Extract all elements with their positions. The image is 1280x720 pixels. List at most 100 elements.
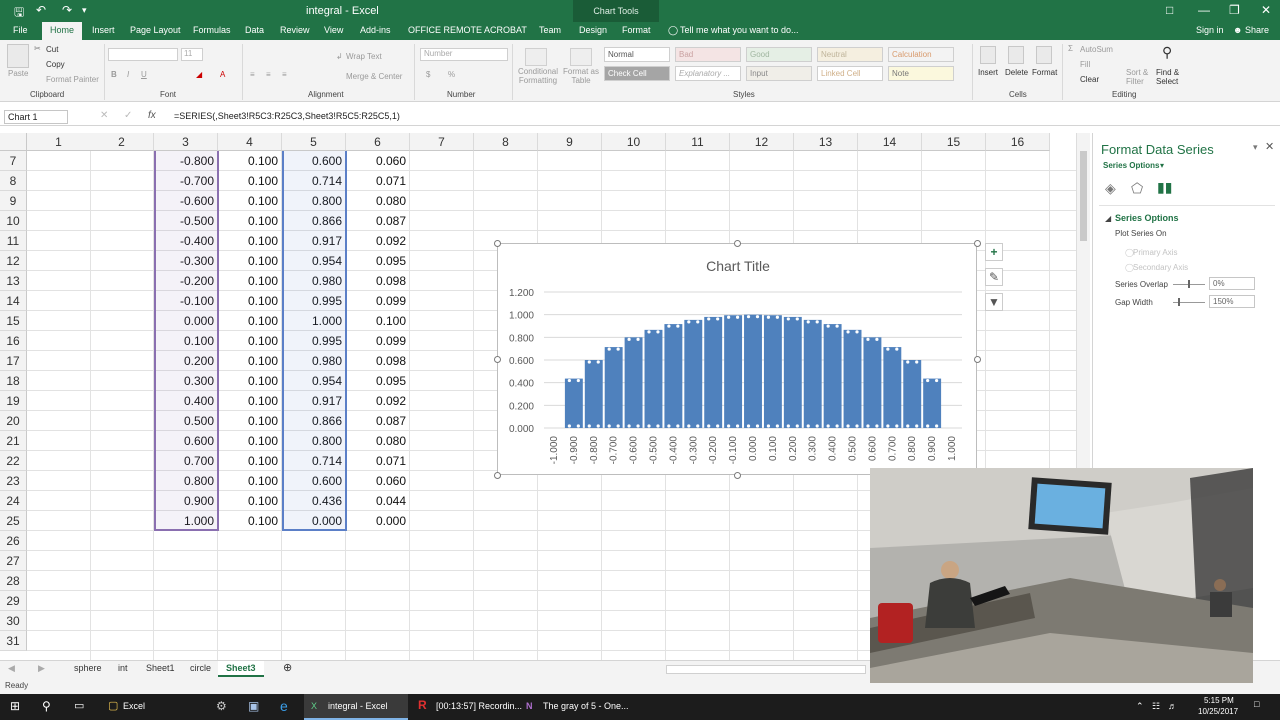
style-good[interactable]: Good	[746, 47, 812, 62]
cell-c6[interactable]: 0.080	[346, 431, 406, 451]
new-sheet-icon[interactable]: ⊕	[283, 661, 292, 674]
tab-design[interactable]: Design	[579, 25, 607, 35]
column-header[interactable]: 5	[282, 133, 346, 151]
paste-button[interactable]: Paste	[8, 69, 28, 78]
conditional-formatting-button[interactable]: Conditional Formatting	[516, 67, 560, 85]
primary-axis-radio[interactable]: Primary Axis	[1133, 248, 1177, 257]
taskbar-item-onenote[interactable]: The gray of 5 - One...	[543, 701, 629, 711]
clock-date[interactable]: 10/25/2017	[1198, 707, 1238, 716]
cell-c6[interactable]: 0.071	[346, 171, 406, 191]
row-header[interactable]: 15	[0, 311, 27, 331]
cell-c6[interactable]: 0.060	[346, 151, 406, 171]
cell-c4[interactable]: 0.100	[218, 371, 278, 391]
cell-c4[interactable]: 0.100	[218, 331, 278, 351]
chart-bar[interactable]	[923, 378, 942, 428]
tab-acrobat[interactable]: ACROBAT	[484, 25, 527, 35]
cell-c6[interactable]: 0.099	[346, 291, 406, 311]
cell-c6[interactable]: 0.099	[346, 331, 406, 351]
row-header[interactable]: 7	[0, 151, 27, 171]
font-size-select[interactable]: 11	[181, 48, 203, 61]
style-bad[interactable]: Bad	[675, 47, 741, 62]
column-header[interactable]: 11	[666, 133, 730, 151]
sign-in-link[interactable]: Sign in	[1196, 25, 1224, 35]
chart-object[interactable]: Chart Title 0.000 0.200 0.400 0.600 0.800 1.0…	[494, 240, 981, 479]
cell-c6[interactable]: 0.044	[346, 491, 406, 511]
row-header[interactable]: 26	[0, 531, 27, 551]
chart-bar[interactable]	[624, 337, 643, 428]
fill-color-icon[interactable]: ◢	[196, 70, 202, 79]
chart-bar[interactable]	[903, 360, 922, 428]
style-linked-cell[interactable]: Linked Cell	[817, 66, 883, 81]
column-header[interactable]: 6	[346, 133, 410, 151]
align-center-icon[interactable]: ≡	[266, 70, 271, 79]
tell-me-box[interactable]: Tell me what you want to do...	[680, 25, 799, 35]
font-name-select[interactable]	[108, 48, 178, 61]
column-header[interactable]: 12	[730, 133, 794, 151]
taskbar-item-excel[interactable]: Excel	[123, 701, 145, 711]
chart-bar[interactable]	[823, 324, 842, 428]
gap-width-input[interactable]: 150%	[1209, 295, 1255, 308]
chart-bar[interactable]	[584, 360, 603, 428]
row-header[interactable]: 29	[0, 591, 27, 611]
cell-c6[interactable]: 0.092	[346, 231, 406, 251]
tab-formulas[interactable]: Formulas	[193, 25, 231, 35]
name-box[interactable]: Chart 1	[4, 110, 68, 124]
delete-cells-button[interactable]: Delete	[1005, 68, 1028, 77]
chart-bar[interactable]	[604, 347, 623, 428]
currency-icon[interactable]: $	[426, 70, 430, 79]
tab-data[interactable]: Data	[245, 25, 264, 35]
chart-bar[interactable]	[644, 329, 663, 428]
network-icon[interactable]: ☷	[1152, 701, 1160, 712]
row-header[interactable]: 22	[0, 451, 27, 471]
bold-icon[interactable]: B	[111, 70, 117, 79]
notepad-icon[interactable]: ▣	[248, 699, 259, 713]
formula-input[interactable]: =SERIES(,Sheet3!R5C3:R25C3,Sheet3!R5C5:R…	[174, 111, 400, 121]
secondary-axis-radio[interactable]: Secondary Axis	[1133, 263, 1188, 272]
resize-handle[interactable]	[734, 472, 741, 479]
tab-office-remote[interactable]: OFFICE REMOTE	[408, 25, 482, 35]
row-header[interactable]: 14	[0, 291, 27, 311]
sheet-tab-circle[interactable]: circle	[190, 663, 211, 673]
row-header[interactable]: 17	[0, 351, 27, 371]
settings-icon[interactable]: ⚙	[216, 699, 227, 713]
style-neutral[interactable]: Neutral	[817, 47, 883, 62]
sheet-tab-sphere[interactable]: sphere	[74, 663, 102, 673]
style-input[interactable]: Input	[746, 66, 812, 81]
column-header[interactable]: 3	[154, 133, 218, 151]
fill-button[interactable]: Fill	[1080, 60, 1090, 69]
chart-bar[interactable]	[803, 319, 822, 428]
merge-center-button[interactable]: Merge & Center	[346, 72, 402, 81]
tray-chevron-icon[interactable]: ⌃	[1136, 701, 1144, 712]
task-view-icon[interactable]: ▭	[74, 699, 84, 712]
format-painter-button[interactable]: Format Painter	[46, 75, 99, 84]
cell-c6[interactable]: 0.100	[346, 311, 406, 331]
sheet-tab-int[interactable]: int	[118, 663, 128, 673]
cell-c4[interactable]: 0.100	[218, 471, 278, 491]
volume-icon[interactable]: ♬	[1168, 701, 1177, 711]
column-header[interactable]: 7	[410, 133, 474, 151]
row-header[interactable]: 11	[0, 231, 27, 251]
row-header[interactable]: 30	[0, 611, 27, 631]
chart-bar[interactable]	[783, 316, 802, 428]
cell-c4[interactable]: 0.100	[218, 171, 278, 191]
resize-handle[interactable]	[974, 356, 981, 363]
chart-bar[interactable]	[684, 319, 703, 428]
chart-bar[interactable]	[724, 315, 743, 428]
taskbar-item-recording[interactable]: [00:13:57] Recordin...	[436, 701, 522, 711]
cell-c4[interactable]: 0.100	[218, 411, 278, 431]
cell-c4[interactable]: 0.100	[218, 271, 278, 291]
cell-c6[interactable]: 0.095	[346, 371, 406, 391]
scroll-thumb[interactable]	[1080, 151, 1087, 241]
column-header[interactable]: 15	[922, 133, 986, 151]
format-as-table-button[interactable]: Format as Table	[563, 67, 599, 85]
resize-handle[interactable]	[974, 240, 981, 247]
cell-c4[interactable]: 0.100	[218, 311, 278, 331]
share-button[interactable]: Share	[1245, 25, 1269, 35]
taskbar-item-integral-excel[interactable]: integral - Excel	[328, 701, 388, 711]
search-icon[interactable]: ⚲	[42, 699, 51, 713]
row-header[interactable]: 21	[0, 431, 27, 451]
column-header[interactable]: 2	[90, 133, 154, 151]
row-header[interactable]: 18	[0, 371, 27, 391]
series-options-dropdown[interactable]: Series Options	[1103, 161, 1159, 170]
slider-thumb[interactable]	[1178, 298, 1180, 306]
